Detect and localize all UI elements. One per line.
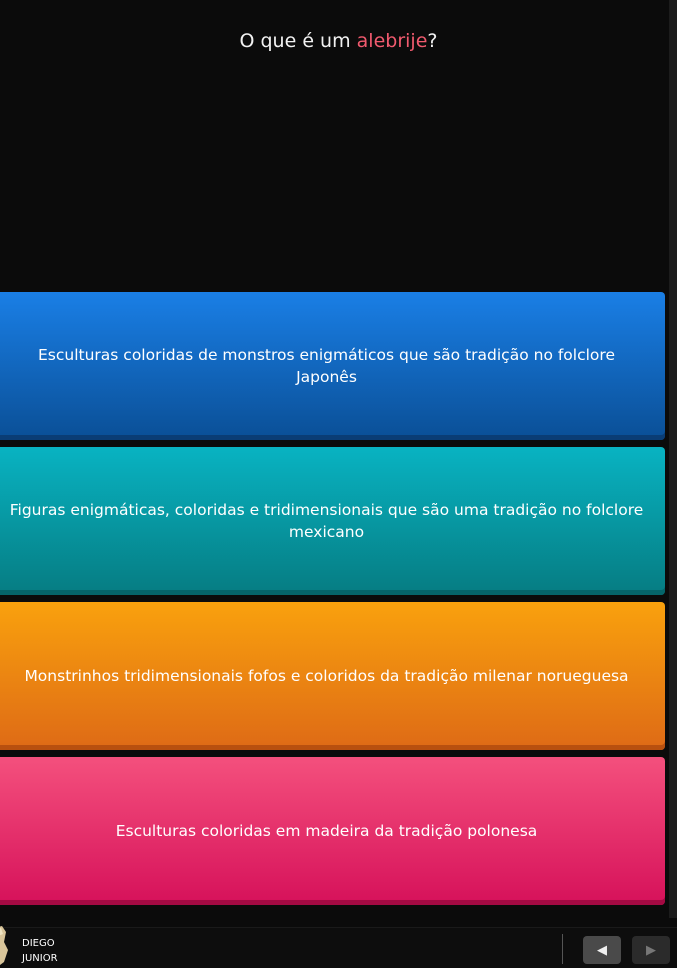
answer-option-3[interactable]: Monstrinhos tridimensionais fofos e colo… [0,602,665,750]
player-footer: DIEGO JUNIOR ◀ ▶ [0,926,677,968]
answer-list: Esculturas coloridas de monstros enigmát… [0,292,665,912]
previous-button[interactable]: ◀ [583,936,621,964]
question-title: O que é um alebrije? [0,30,677,52]
player-last-name: JUNIOR [22,953,58,964]
arrow-left-icon: ◀ [597,942,607,958]
answer-option-1[interactable]: Esculturas coloridas de monstros enigmát… [0,292,665,440]
divider [562,934,563,964]
arrow-right-icon: ▶ [646,942,656,958]
question-keyword: alebrije [356,30,428,52]
answer-text-1: Esculturas coloridas de monstros enigmát… [38,346,615,386]
answer-text-4: Esculturas coloridas em madeira da tradi… [115,822,538,840]
answer-text-2: Figuras enigmáticas, coloridas e tridime… [9,501,644,541]
player-first-name: DIEGO [22,938,55,949]
answer-text-3: Monstrinhos tridimensionais fofos e colo… [24,667,629,685]
answer-option-4[interactable]: Esculturas coloridas em madeira da tradi… [0,757,665,905]
question-prefix: O que é um [239,30,357,52]
player-name: DIEGO JUNIOR [22,936,58,966]
scrollbar-track [669,0,677,918]
avatar [0,926,8,965]
answer-option-2[interactable]: Figuras enigmáticas, coloridas e tridime… [0,447,665,595]
question-suffix: ? [427,30,438,52]
next-button[interactable]: ▶ [632,936,670,964]
